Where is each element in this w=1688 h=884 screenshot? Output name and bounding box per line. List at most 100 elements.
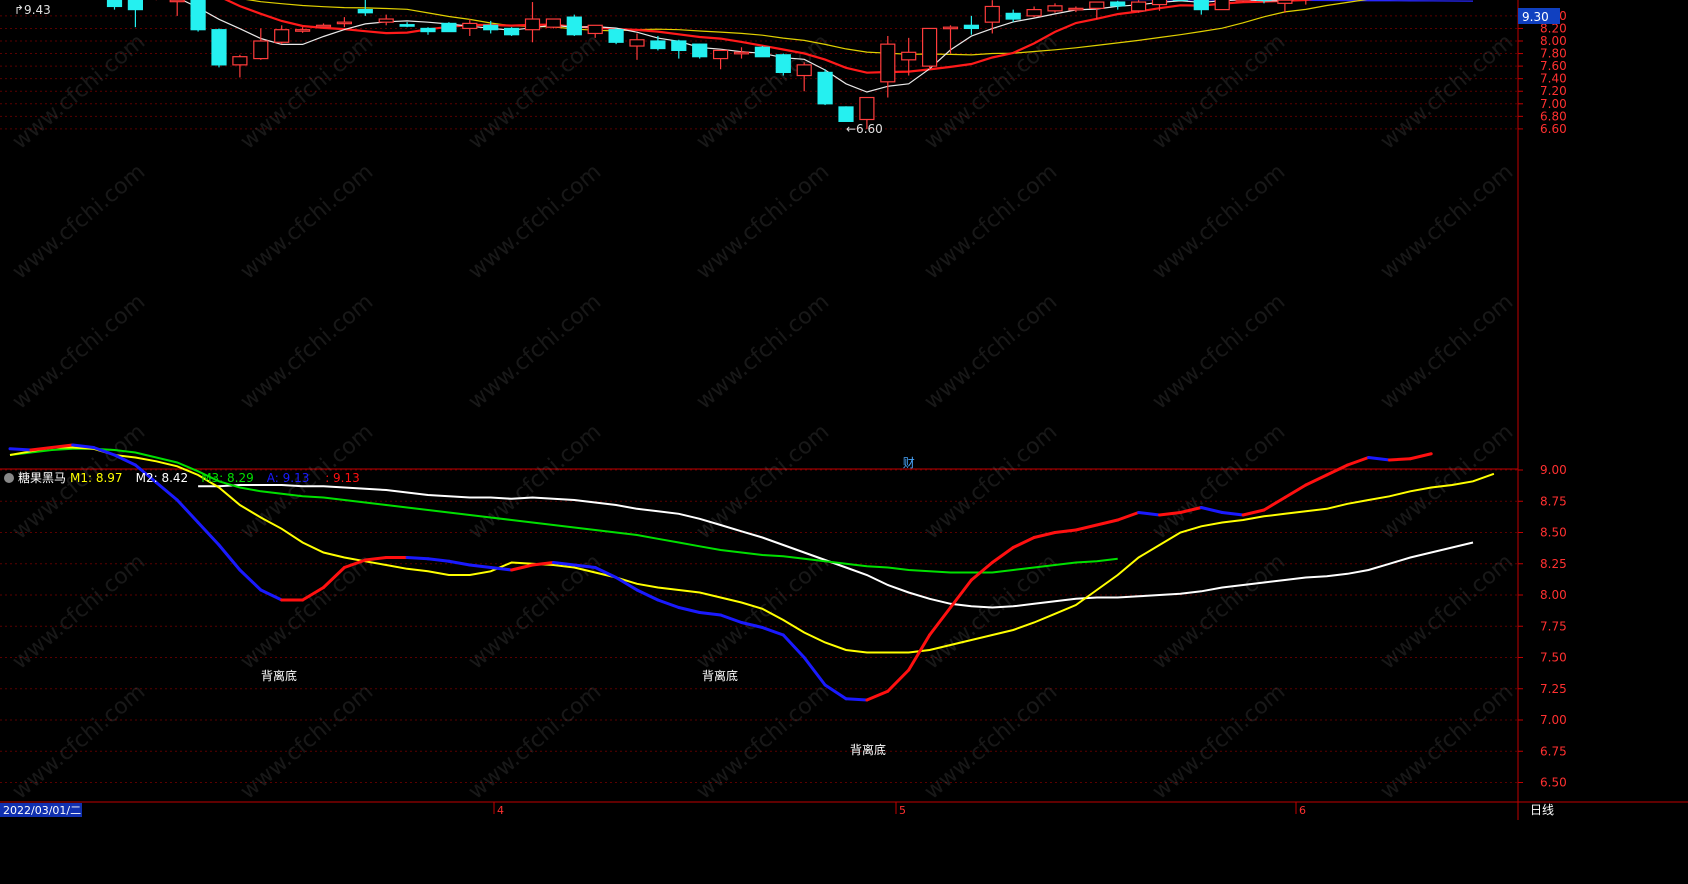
- indicator-a-segment: [1011, 536, 1036, 549]
- candle-body-down: [838, 106, 854, 122]
- candle-body-down: [106, 0, 123, 8]
- candle: [817, 69, 833, 106]
- indicator-a-segment: [8, 447, 33, 452]
- candle-body-up: [1047, 5, 1063, 12]
- indicator-a-segment: [969, 561, 994, 582]
- indicator-a-segment: [781, 633, 806, 659]
- indicator-a-segment: [238, 568, 263, 592]
- indicator-a-segment: [1053, 528, 1078, 534]
- candle: [1130, 0, 1147, 13]
- watermark-text: www.cfchi.com: [1376, 289, 1518, 414]
- indicator-y-tick-label: 7.25: [1540, 682, 1567, 696]
- indicator-a-segment: [1032, 531, 1057, 539]
- candle-body-down: [504, 27, 520, 36]
- candle-body-up: [1235, 0, 1251, 2]
- indicator-a-segment: [1137, 511, 1161, 517]
- indicator-y-tick-label: 8.75: [1540, 494, 1567, 508]
- watermark-text: www.cfchi.com: [1376, 29, 1518, 154]
- candle-body-up: [232, 56, 248, 66]
- watermark-text: www.cfchi.com: [236, 549, 378, 674]
- candle: [106, 0, 123, 10]
- watermark-text: www.cfchi.com: [8, 549, 150, 674]
- candle-body-up: [336, 21, 352, 25]
- indicator-legend-item: M2: 8.42: [136, 471, 189, 485]
- indicator-y-tick-label: 7.50: [1540, 651, 1567, 665]
- candle-body-down: [671, 40, 687, 52]
- watermark-text: www.cfchi.com: [1376, 159, 1518, 284]
- candle-body-up: [169, 0, 185, 3]
- candle-body-down: [211, 29, 227, 66]
- indicator-a-segment: [677, 606, 702, 614]
- candle: [295, 27, 311, 33]
- candle-body-up: [712, 49, 729, 60]
- watermark-text: www.cfchi.com: [464, 679, 606, 804]
- candle-body-down: [483, 24, 499, 31]
- y-tick-label: 6.60: [1540, 122, 1567, 136]
- indicator-name: 糖果黑马: [18, 470, 66, 485]
- watermark-text: www.cfchi.com: [8, 159, 150, 284]
- candle-body-down: [420, 27, 436, 33]
- watermark-text: www.cfchi.com: [692, 419, 834, 544]
- watermark-text: www.cfchi.com: [920, 159, 1062, 284]
- candle: [315, 23, 332, 28]
- candle: [169, 0, 185, 16]
- divergence-label: 背离底: [702, 668, 738, 683]
- indicator-a-segment: [405, 556, 430, 561]
- candle-body-up: [545, 18, 562, 28]
- candle: [441, 22, 457, 33]
- candle: [420, 27, 436, 35]
- indicator-a-segment: [510, 563, 534, 572]
- last-price-tag: 9.30: [1522, 10, 1549, 24]
- candle-body-up: [733, 51, 750, 55]
- indicator-a-segment: [196, 521, 221, 547]
- watermark-text: www.cfchi.com: [1148, 419, 1290, 544]
- indicator-toggle-icon[interactable]: [4, 473, 14, 483]
- watermark-text: www.cfchi.com: [1376, 549, 1518, 674]
- candle: [901, 37, 917, 76]
- indicator-y-tick-label: 8.50: [1540, 526, 1567, 540]
- indicator-a-segment: [468, 563, 493, 569]
- candle: [566, 14, 582, 36]
- candle-body-down: [817, 71, 833, 105]
- indicator-a-segment: [1367, 456, 1391, 462]
- indicator-a-segment: [990, 546, 1015, 564]
- candle: [336, 17, 352, 28]
- event-marker: 财: [903, 456, 915, 470]
- candle-body-down: [1110, 1, 1126, 7]
- indicator-a-segment: [1262, 496, 1287, 512]
- candle-body-down: [608, 29, 624, 43]
- candle: [1089, 1, 1105, 20]
- candle-body-up: [462, 22, 478, 30]
- candle: [545, 18, 562, 29]
- candle: [211, 28, 227, 68]
- watermark-text: www.cfchi.com: [1148, 29, 1290, 154]
- watermark-text: www.cfchi.com: [464, 159, 606, 284]
- watermark-text: www.cfchi.com: [8, 679, 150, 804]
- candle: [1110, 0, 1126, 10]
- candle-body-down: [692, 43, 708, 58]
- candle: [1026, 6, 1042, 18]
- candle-body-down: [650, 40, 666, 50]
- candle-body-down: [190, 0, 206, 31]
- indicator-legend-item: : 9.13: [325, 471, 360, 485]
- indicator-a-segment: [886, 668, 911, 693]
- candle: [504, 27, 520, 36]
- current-date-label: 2022/03/01/二: [3, 804, 81, 817]
- period-button[interactable]: 日线: [1530, 803, 1554, 817]
- candle-body-up: [1026, 9, 1042, 17]
- candle-body-up: [1089, 1, 1105, 9]
- candle: [671, 39, 687, 59]
- candle: [921, 27, 938, 70]
- watermark-text: www.cfchi.com: [920, 29, 1062, 154]
- candle-body-down: [399, 24, 415, 27]
- candle-body-up: [295, 29, 311, 32]
- candle-body-down: [963, 24, 980, 30]
- indicator-a-segment: [949, 578, 973, 609]
- watermark-text: www.cfchi.com: [1376, 419, 1518, 544]
- candle-body-down: [1193, 0, 1209, 11]
- indicator-a-segment: [1387, 457, 1412, 462]
- indicator-a-segment: [175, 498, 200, 524]
- indicator-a-segment: [656, 598, 681, 609]
- candle: [984, 0, 1000, 34]
- watermark-text: www.cfchi.com: [920, 419, 1062, 544]
